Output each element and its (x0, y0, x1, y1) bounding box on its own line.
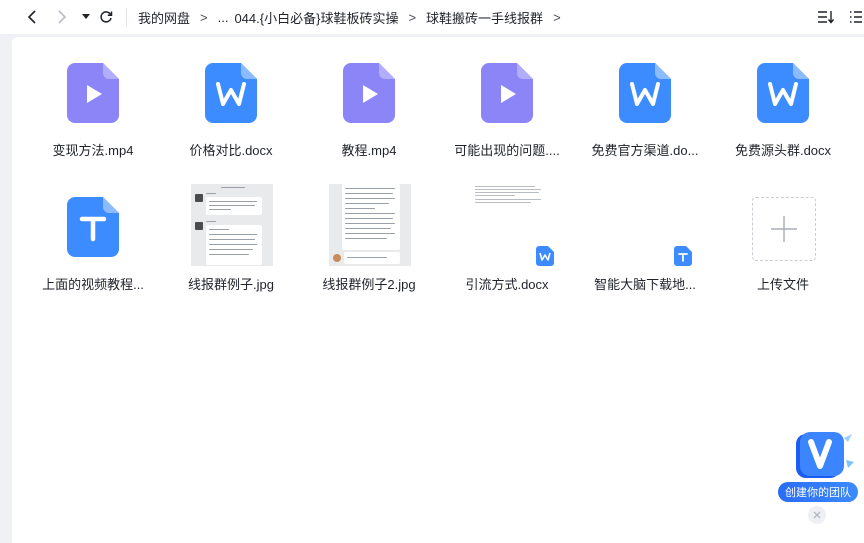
word-file-icon (757, 63, 809, 123)
file-item[interactable]: 上面的视频教程... (24, 37, 162, 297)
file-name: 上面的视频教程... (42, 277, 144, 292)
upload-label: 上传文件 (756, 277, 809, 292)
file-name: 线报群例子.jpg (188, 277, 274, 292)
view-mode-button[interactable] (846, 7, 864, 27)
breadcrumb-separator: > (553, 9, 561, 25)
chevron-right-icon (58, 10, 67, 24)
file-grid: 变现方法.mp4 价格对比.docx 教程.mp4 可能出现的问题.... 免费… (12, 37, 864, 543)
close-team-widget-button[interactable] (808, 506, 826, 524)
breadcrumb-item-ellipsis[interactable]: ... (218, 10, 229, 25)
history-dropdown[interactable] (76, 6, 96, 28)
file-item[interactable]: 引流方式.docx (438, 37, 576, 297)
create-team-widget[interactable]: 创建你的团队 (778, 430, 858, 502)
file-name: 免费源头群.docx (734, 143, 832, 158)
breadcrumb-separator: > (408, 9, 417, 25)
file-item[interactable]: 线报群例子2.jpg (300, 37, 438, 297)
file-item[interactable]: 免费源头群.docx (714, 37, 852, 158)
breadcrumb-item-root[interactable]: 我的网盘 (138, 8, 190, 27)
document-thumbnail (473, 184, 543, 244)
image-thumbnail (329, 184, 411, 266)
toolbar: 我的网盘 > ... 044.{小白必备}球鞋板砖实操 > 球鞋搬砖一手线报群 … (0, 0, 864, 34)
file-item[interactable]: 线报群例子.jpg (162, 37, 300, 297)
sort-button[interactable] (816, 7, 836, 27)
chevron-left-icon (27, 10, 36, 24)
word-badge-icon (536, 246, 554, 266)
breadcrumb-separator: > (200, 9, 208, 25)
text-file-icon (67, 197, 119, 257)
team-v-logo-icon (796, 432, 854, 478)
file-name: 线报群例子2.jpg (322, 277, 416, 292)
breadcrumb: 我的网盘 > ... 044.{小白必备}球鞋板砖实操 > 球鞋搬砖一手线报群 … (138, 0, 571, 34)
file-name: 智能大脑下载地... (594, 277, 696, 292)
close-icon (813, 511, 821, 519)
file-name: 引流方式.docx (465, 277, 549, 292)
breadcrumb-item-current[interactable]: 球鞋搬砖一手线报群 (426, 8, 543, 27)
plus-icon (771, 216, 797, 242)
toolbar-divider (126, 8, 127, 26)
back-button[interactable] (22, 6, 42, 28)
text-badge-icon (674, 246, 692, 266)
caret-down-icon (82, 14, 90, 19)
forward-button[interactable] (52, 6, 72, 28)
list-view-icon (850, 11, 862, 23)
breadcrumb-item-parent[interactable]: 044.{小白必备}球鞋板砖实操 (234, 8, 398, 27)
upload-button[interactable] (752, 197, 816, 261)
file-item[interactable]: 智能大脑下载地... (576, 37, 714, 297)
refresh-icon (100, 11, 113, 23)
sort-icon (818, 11, 835, 24)
refresh-button[interactable] (96, 6, 116, 28)
image-thumbnail (191, 184, 273, 266)
create-team-label: 创建你的团队 (778, 482, 858, 502)
